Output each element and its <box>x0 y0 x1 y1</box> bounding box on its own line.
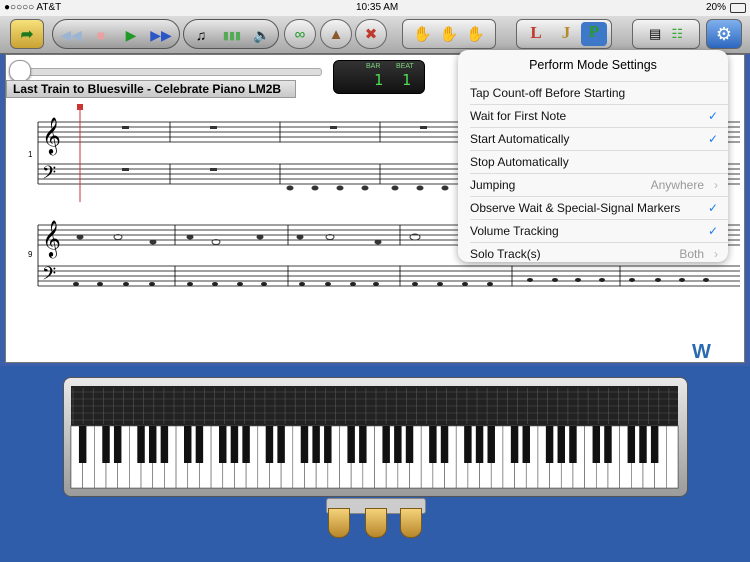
black-key[interactable] <box>569 426 577 463</box>
black-key[interactable] <box>359 426 367 463</box>
piano-keyboard[interactable] <box>0 0 750 562</box>
black-key[interactable] <box>137 426 145 463</box>
black-key[interactable] <box>148 426 157 463</box>
black-key[interactable] <box>627 426 636 463</box>
black-key[interactable] <box>405 426 414 463</box>
black-key[interactable] <box>160 426 169 463</box>
black-key[interactable] <box>312 426 320 463</box>
black-key[interactable] <box>183 426 192 463</box>
black-key[interactable] <box>347 426 355 463</box>
black-key[interactable] <box>102 426 110 463</box>
white-key[interactable] <box>666 425 679 489</box>
black-key[interactable] <box>242 426 250 463</box>
black-key[interactable] <box>324 426 332 463</box>
black-key[interactable] <box>440 426 449 463</box>
black-key[interactable] <box>277 426 285 463</box>
black-key[interactable] <box>522 426 530 463</box>
black-key[interactable] <box>195 426 204 463</box>
black-key[interactable] <box>265 426 274 463</box>
black-key[interactable] <box>464 426 472 463</box>
soft-pedal[interactable] <box>328 508 350 538</box>
black-key[interactable] <box>300 426 309 463</box>
black-key[interactable] <box>78 426 87 463</box>
black-key[interactable] <box>394 426 402 463</box>
black-key[interactable] <box>592 426 601 463</box>
black-key[interactable] <box>650 426 659 463</box>
black-key[interactable] <box>545 426 554 463</box>
black-key[interactable] <box>219 426 227 463</box>
black-key[interactable] <box>113 426 122 463</box>
sustain-pedal[interactable] <box>400 508 422 538</box>
black-key[interactable] <box>487 426 495 463</box>
black-key[interactable] <box>639 426 647 463</box>
black-key[interactable] <box>429 426 437 463</box>
black-key[interactable] <box>557 426 566 463</box>
black-key[interactable] <box>510 426 519 463</box>
black-key[interactable] <box>230 426 239 463</box>
sostenuto-pedal[interactable] <box>365 508 387 538</box>
black-key[interactable] <box>382 426 390 463</box>
black-key[interactable] <box>604 426 612 463</box>
black-key[interactable] <box>475 426 484 463</box>
